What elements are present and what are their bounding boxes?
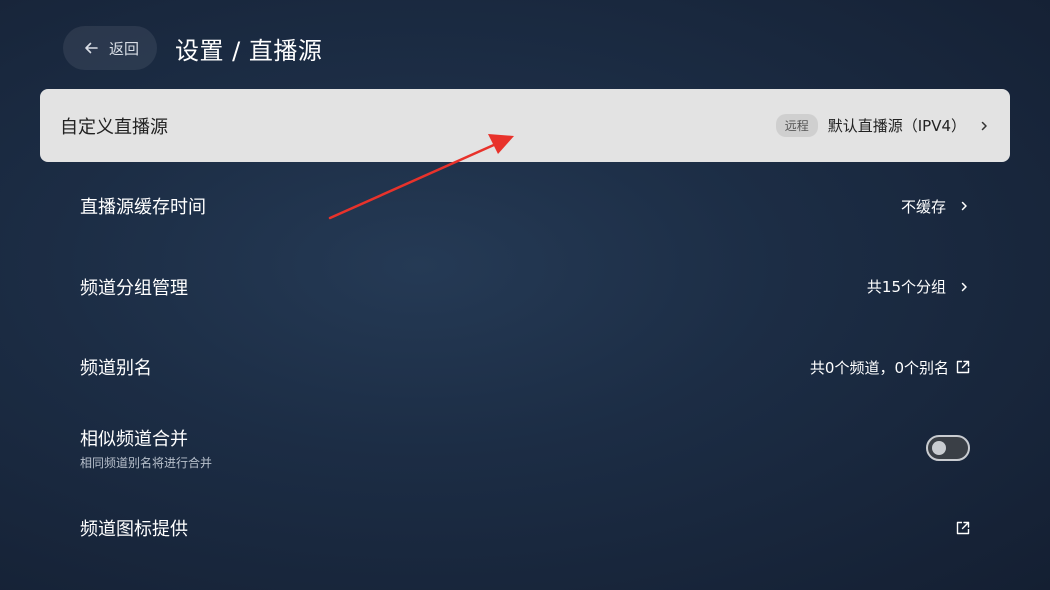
setting-title: 频道图标提供: [80, 519, 188, 540]
setting-value: 默认直播源（IPV4）: [827, 117, 966, 135]
chevron-right-icon: [961, 201, 967, 211]
setting-title: 频道别名: [80, 358, 152, 379]
back-button[interactable]: 返回: [63, 26, 158, 70]
back-label: 返回: [109, 39, 140, 58]
setting-value-area: 共0个频道，0个别名: [810, 357, 970, 378]
remote-badge: 远程: [775, 114, 818, 137]
setting-value-area: 共15个分组: [867, 276, 970, 297]
setting-row-channel-alias[interactable]: 频道别名 共0个频道，0个别名: [40, 331, 1010, 404]
merge-toggle[interactable]: [926, 434, 970, 461]
settings-list: 自定义直播源 远程 默认直播源（IPV4） 直播源缓存时间 不缓存 频道分组管理…: [40, 89, 1010, 572]
setting-title: 自定义直播源: [60, 116, 168, 138]
external-link-icon: [956, 521, 970, 535]
header: 返回 设置 / 直播源: [63, 26, 322, 70]
setting-value: 不缓存: [900, 197, 946, 216]
setting-row-cache-time[interactable]: 直播源缓存时间 不缓存: [40, 170, 1010, 243]
arrow-left-icon: [85, 42, 98, 54]
page-title: 设置 / 直播源: [175, 36, 323, 65]
setting-row-channel-logo[interactable]: 频道图标提供: [40, 492, 1010, 565]
setting-subtitle: 相同频道别名将进行合并: [80, 455, 213, 470]
setting-value: 共0个频道，0个别名: [809, 358, 949, 377]
setting-row-similar-merge[interactable]: 相似频道合并 相同频道别名将进行合并: [40, 411, 1010, 484]
setting-title: 相似频道合并: [80, 428, 188, 450]
setting-row-channel-groups[interactable]: 频道分组管理 共15个分组: [40, 250, 1010, 323]
chevron-right-icon: [961, 282, 967, 291]
setting-row-custom-source[interactable]: 自定义直播源 远程 默认直播源（IPV4）: [40, 89, 1010, 162]
setting-value-area: [949, 521, 970, 535]
toggle-knob: [932, 440, 946, 455]
external-link-icon: [956, 360, 970, 374]
setting-title: 频道分组管理: [80, 277, 188, 299]
setting-value-area: 远程 默认直播源（IPV4）: [775, 114, 990, 137]
setting-value-area: 不缓存: [901, 196, 970, 217]
setting-title: 直播源缓存时间: [80, 197, 206, 218]
chevron-right-icon: [981, 121, 987, 130]
setting-value: 共15个分组: [866, 278, 946, 296]
setting-title-group: 相似频道合并 相同频道别名将进行合并: [80, 425, 212, 471]
